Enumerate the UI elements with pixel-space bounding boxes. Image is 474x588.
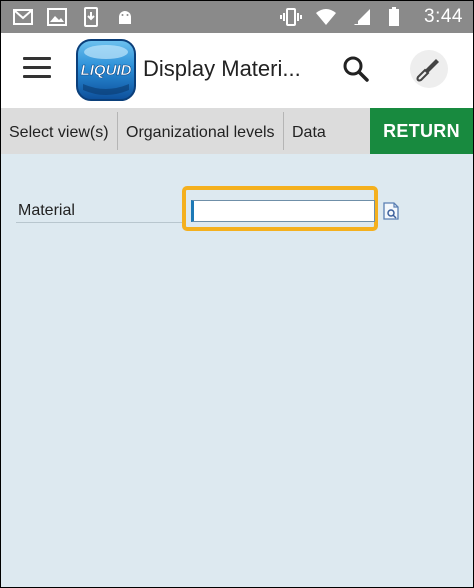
search-icon[interactable] (341, 54, 371, 84)
tab-bar: Select view(s) Organizational levels Dat… (1, 108, 473, 154)
app-bar: LIQUID Display Materi... (1, 33, 473, 108)
gmail-icon (13, 7, 33, 27)
liquid-logo: LIQUID (76, 39, 136, 101)
app-frame: 3:44 LIQUID Display Materi... Select vie… (0, 0, 474, 588)
label-underline (16, 222, 186, 223)
battery-icon (388, 7, 408, 27)
phone-download-icon (81, 7, 101, 27)
image-icon (47, 7, 67, 27)
svg-text:LIQUID: LIQUID (81, 62, 132, 79)
menu-icon[interactable] (23, 57, 51, 79)
vibrate-icon (280, 7, 303, 27)
tool-icon[interactable] (410, 50, 448, 88)
tab-divider (283, 112, 284, 150)
status-time: 3:44 (424, 6, 463, 27)
tab-select-views[interactable]: Select view(s) (9, 108, 109, 154)
tab-data[interactable]: Data (292, 108, 326, 154)
signal-icon (352, 7, 372, 27)
material-label: Material (18, 202, 75, 219)
value-help-icon[interactable] (383, 202, 400, 220)
status-bar: 3:44 (1, 1, 473, 33)
status-right-icons: 3:44 (280, 6, 463, 28)
status-left-icons (13, 7, 135, 27)
tab-divider (117, 112, 118, 150)
android-icon (115, 7, 135, 27)
material-input[interactable] (191, 200, 375, 222)
return-button[interactable]: RETURN (370, 108, 473, 154)
tab-organizational-levels[interactable]: Organizational levels (126, 108, 275, 154)
wifi-icon (316, 7, 337, 27)
page-title: Display Materi... (143, 56, 301, 81)
